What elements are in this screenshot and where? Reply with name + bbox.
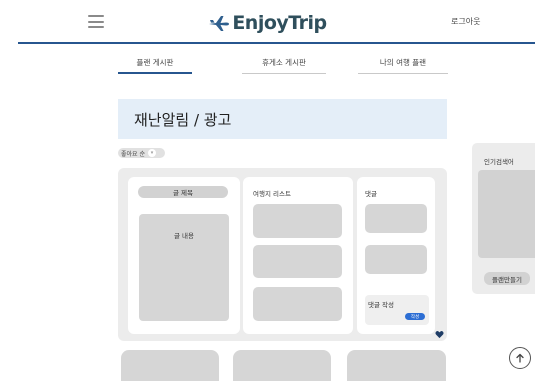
travel-list-item[interactable] bbox=[253, 245, 342, 278]
comment-submit-button[interactable]: 작성 bbox=[405, 313, 425, 320]
comment-write-label: 댓글 작성 bbox=[368, 301, 394, 309]
sort-label: 좋아요 순 bbox=[121, 150, 145, 158]
popular-search-list bbox=[478, 170, 535, 258]
travel-list-item[interactable] bbox=[253, 204, 342, 238]
banner-text: 재난알림 / 광고 bbox=[134, 110, 232, 129]
plan-post-card[interactable] bbox=[121, 350, 219, 381]
alert-banner: 재난알림 / 광고 bbox=[118, 99, 447, 139]
chevron-down-icon: ▾ bbox=[148, 149, 156, 157]
board-tabs: 플랜 게시판 휴게소 게시판 나의 여행 플랜 bbox=[0, 58, 535, 78]
travel-list-title: 여행지 리스트 bbox=[253, 190, 291, 198]
comments-title: 댓글 bbox=[365, 190, 377, 198]
plan-post-card[interactable] bbox=[233, 350, 331, 381]
post-body-panel: 글 제목 글 내용 bbox=[128, 177, 240, 334]
logo-text: EnjoyTrip bbox=[232, 12, 327, 34]
travel-list-item[interactable] bbox=[253, 287, 342, 321]
post-content-label: 글 내용 bbox=[173, 232, 194, 240]
tab-underline bbox=[118, 72, 192, 74]
plan-post-card[interactable]: 글 제목 글 내용 여행지 리스트 댓글 댓글 작성 작성 bbox=[118, 168, 447, 341]
tab-underline bbox=[358, 73, 448, 74]
comment-item bbox=[365, 204, 427, 233]
plan-post-card[interactable] bbox=[347, 350, 446, 381]
travel-list-panel: 여행지 리스트 bbox=[243, 177, 353, 334]
tab-label: 휴게소 게시판 bbox=[262, 58, 306, 67]
post-content: 글 내용 bbox=[139, 214, 229, 321]
arrow-up-circle-icon[interactable] bbox=[509, 347, 531, 369]
heart-icon[interactable] bbox=[435, 330, 444, 339]
tab-plan-board[interactable]: 플랜 게시판 bbox=[118, 58, 192, 74]
popular-search-panel: 인기검색어 플랜만들기 bbox=[472, 143, 535, 294]
tab-underline bbox=[242, 73, 326, 74]
logout-link[interactable]: 로그아웃 bbox=[451, 16, 480, 27]
comments-panel: 댓글 댓글 작성 작성 bbox=[357, 177, 435, 334]
popular-search-title: 인기검색어 bbox=[484, 158, 514, 166]
tab-rest-area-board[interactable]: 휴게소 게시판 bbox=[242, 58, 326, 74]
tab-my-plan[interactable]: 나의 여행 플랜 bbox=[358, 58, 448, 74]
post-title: 글 제목 bbox=[138, 186, 228, 198]
airplane-icon bbox=[208, 14, 230, 32]
comment-item bbox=[365, 245, 427, 274]
create-plan-button[interactable]: 플랜만들기 bbox=[484, 272, 530, 285]
header-divider bbox=[18, 42, 535, 44]
comment-write-box[interactable]: 댓글 작성 작성 bbox=[365, 295, 429, 325]
tab-label: 나의 여행 플랜 bbox=[379, 58, 427, 67]
sort-dropdown[interactable]: 좋아요 순 ▾ bbox=[118, 148, 165, 158]
arrow-up-icon bbox=[516, 353, 524, 363]
tab-label: 플랜 게시판 bbox=[136, 58, 174, 67]
